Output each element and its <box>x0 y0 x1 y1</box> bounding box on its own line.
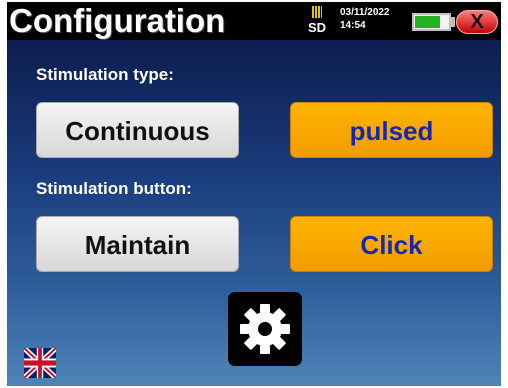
continuous-button[interactable]: Continuous <box>36 102 239 158</box>
click-button[interactable]: Click <box>290 216 493 272</box>
settings-button[interactable] <box>228 292 302 366</box>
gear-icon <box>240 304 290 354</box>
maintain-button[interactable]: Maintain <box>36 216 239 272</box>
time-text: 14:54 <box>340 20 366 31</box>
uk-flag-icon[interactable] <box>24 348 56 378</box>
device-screen: Configuration SD 03/11/2022 14:54 X Stim… <box>7 2 501 386</box>
title-bar: Configuration SD 03/11/2022 14:54 X <box>7 2 501 40</box>
close-button[interactable]: X <box>456 10 498 34</box>
sd-label: SD <box>307 20 327 35</box>
date-text: 03/11/2022 <box>340 7 390 18</box>
stimulation-button-label: Stimulation button: <box>36 179 192 198</box>
pulsed-button[interactable]: pulsed <box>290 102 493 158</box>
battery-tip <box>451 17 455 27</box>
page-title: Configuration <box>9 2 226 39</box>
battery-icon <box>412 13 451 31</box>
date-time: 03/11/2022 14:54 <box>340 6 390 32</box>
sd-card-icon: SD <box>304 6 330 38</box>
battery-level <box>415 16 440 28</box>
stimulation-type-label: Stimulation type: <box>36 65 174 84</box>
